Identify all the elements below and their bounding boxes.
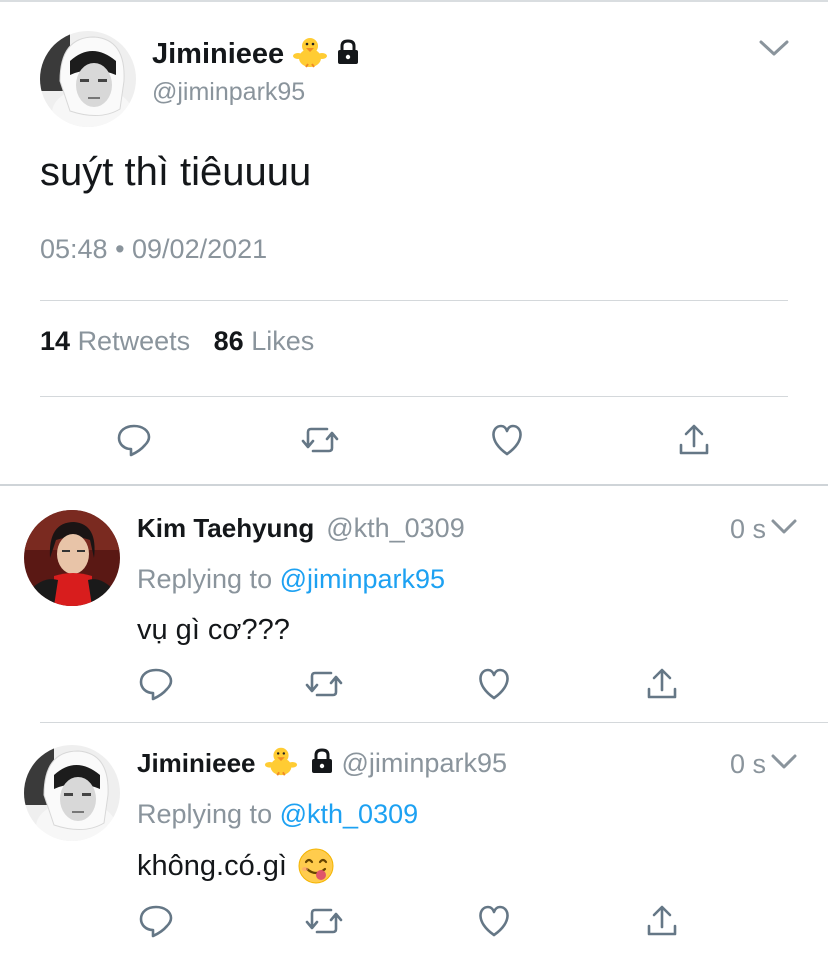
display-name[interactable]: Jiminieee [137,748,256,779]
replying-prefix: Replying to [137,564,273,594]
retweets-label[interactable]: Retweets [78,326,191,356]
tweet-stats: 14 Retweets 86 Likes [40,326,314,357]
chevron-down-icon[interactable] [770,518,798,541]
chevron-down-icon[interactable] [770,753,798,776]
display-name[interactable]: Jiminieee [152,38,284,71]
reply-icon[interactable] [114,420,154,460]
tweet-text: không.có.gì [137,847,335,885]
tweet-timestamp[interactable]: 05:48 • 09/02/2021 [40,234,267,265]
avatar[interactable] [24,510,120,606]
main-tweet: Jiminieee @jiminpark95 suýt thì tiêuuuu … [0,0,828,486]
like-icon[interactable] [487,420,527,460]
display-name[interactable]: Kim Taehyung [137,513,314,544]
share-icon[interactable] [674,420,714,460]
share-icon[interactable] [642,664,682,704]
reply-icon[interactable] [136,901,176,941]
likes-count[interactable]: 86 [214,326,244,356]
tweet-text-content: không.có.gì [137,849,287,882]
tweet-text: vụ gì cơ??? [137,614,290,647]
divider [40,396,788,397]
lock-icon [336,38,360,70]
share-icon[interactable] [642,901,682,941]
author-row: Jiminieee [152,34,360,74]
mention-link[interactable]: @jiminpark95 [280,564,445,594]
reply-tweet: Kim Taehyung @kth_0309 0 s Replying to @… [0,488,828,722]
mention-link[interactable]: @kth_0309 [280,799,419,829]
reply-icon[interactable] [136,664,176,704]
yum-emoji-icon [297,847,335,885]
likes-label[interactable]: Likes [251,326,314,356]
handle[interactable]: @kth_0309 [326,513,465,544]
relative-time[interactable]: 0 s [730,749,766,780]
tweet-text-content: vụ gì cơ??? [137,614,290,646]
like-icon[interactable] [474,664,514,704]
lock-icon [310,747,334,779]
replying-to: Replying to @jiminpark95 [137,564,445,595]
replying-to: Replying to @kth_0309 [137,799,418,830]
divider [40,300,788,301]
handle[interactable]: @jiminpark95 [152,78,305,107]
retweet-icon[interactable] [304,901,344,941]
chick-emoji-icon [264,744,298,783]
chick-emoji-icon [292,34,328,75]
retweet-icon[interactable] [304,664,344,704]
chevron-down-icon[interactable] [758,38,790,63]
retweets-count[interactable]: 14 [40,326,70,356]
avatar[interactable] [24,745,120,841]
replying-prefix: Replying to [137,799,273,829]
tweet-text: suýt thì tiêuuuu [40,150,312,194]
author-row: Kim Taehyung @kth_0309 [137,510,465,546]
relative-time[interactable]: 0 s [730,514,766,545]
reply-tweet: Jiminieee @jiminpark95 0 s Replying to @… [0,723,828,957]
retweet-icon[interactable] [300,420,340,460]
handle[interactable]: @jiminpark95 [342,748,507,779]
like-icon[interactable] [474,901,514,941]
author-row: Jiminieee @jiminpark95 [137,745,507,781]
avatar[interactable] [40,31,136,127]
